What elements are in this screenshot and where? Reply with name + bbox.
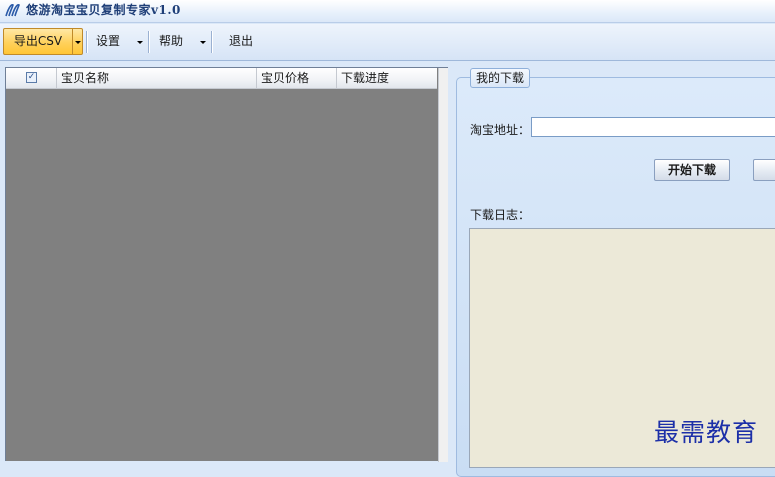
help-menu-button[interactable]: 帮助 bbox=[159, 28, 209, 55]
toolbar-divider bbox=[211, 31, 213, 53]
url-input[interactable] bbox=[531, 117, 775, 137]
secondary-button[interactable] bbox=[753, 159, 775, 181]
download-group-title: 我的下载 bbox=[470, 68, 531, 88]
chevron-down-icon bbox=[200, 41, 206, 44]
url-label: 淘宝地址： bbox=[470, 123, 531, 137]
toolbar-divider bbox=[148, 31, 150, 53]
export-dropdown-arrow[interactable] bbox=[73, 29, 83, 54]
toolbar: 导出CSV 设置 帮助 退出 bbox=[0, 24, 775, 61]
toolbar-divider bbox=[86, 31, 88, 53]
watermark-text: 最需教育 bbox=[654, 418, 759, 447]
column-header-name[interactable]: 宝贝名称 bbox=[57, 68, 257, 88]
export-csv-button[interactable]: 导出CSV bbox=[4, 29, 72, 54]
log-label: 下载日志： bbox=[470, 208, 531, 222]
settings-label: 设置 bbox=[96, 34, 121, 48]
chevron-down-icon bbox=[137, 41, 143, 44]
product-list[interactable]: ✓ 宝贝名称 宝贝价格 下载进度 bbox=[5, 67, 448, 462]
list-header: ✓ 宝贝名称 宝贝价格 下载进度 bbox=[6, 68, 437, 89]
exit-button[interactable]: 退出 bbox=[229, 28, 253, 55]
app-title: 悠游淘宝宝贝复制专家v1.0 bbox=[26, 3, 181, 17]
export-csv-split-button[interactable]: 导出CSV bbox=[3, 28, 83, 55]
select-all-checkbox[interactable]: ✓ bbox=[26, 72, 37, 83]
help-label: 帮助 bbox=[159, 34, 184, 48]
settings-menu-button[interactable]: 设置 bbox=[96, 28, 146, 55]
column-header-price[interactable]: 宝贝价格 bbox=[257, 68, 337, 88]
start-download-button[interactable]: 开始下载 bbox=[654, 159, 730, 181]
chevron-down-icon bbox=[75, 41, 81, 44]
column-header-progress[interactable]: 下载进度 bbox=[337, 68, 437, 88]
list-scrollbar[interactable] bbox=[438, 68, 448, 462]
title-bar: 悠游淘宝宝贝复制专家v1.0 bbox=[0, 0, 775, 23]
column-header-select[interactable]: ✓ bbox=[6, 68, 57, 88]
app-logo-icon bbox=[5, 3, 20, 17]
